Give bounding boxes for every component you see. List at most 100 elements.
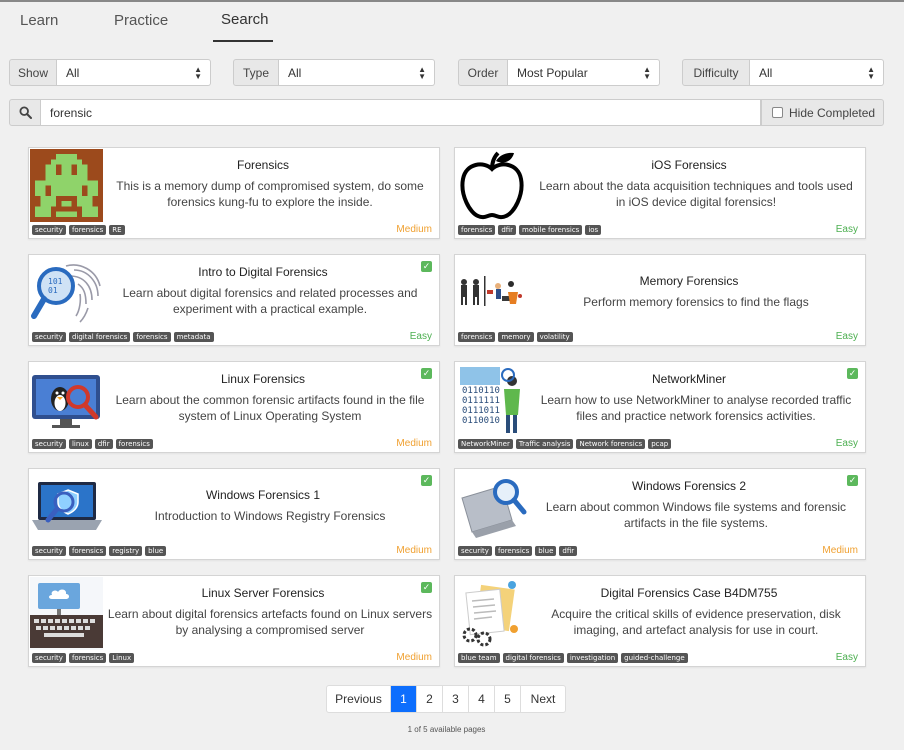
room-title: Memory Forensics [639, 274, 739, 288]
page-2-button[interactable]: 2 [417, 686, 443, 712]
room-title: Linux Forensics [220, 372, 306, 386]
room-tags: security forensics registry blue [32, 546, 167, 556]
tag[interactable]: forensics [458, 332, 496, 342]
tag[interactable]: security [32, 225, 66, 235]
completed-check-icon: ✓ [421, 475, 432, 486]
page-1-button[interactable]: 1 [391, 686, 417, 712]
tag[interactable]: Network forensics [576, 439, 646, 449]
previous-page-button[interactable]: Previous [327, 686, 391, 712]
tag[interactable]: forensics [494, 546, 533, 556]
apple-icon [456, 149, 529, 222]
room-title: Forensics [236, 158, 289, 172]
search-icon [18, 106, 32, 119]
tag[interactable]: investigation [566, 653, 619, 663]
tag[interactable]: forensics [133, 332, 171, 342]
tag[interactable]: dfir [94, 439, 113, 449]
select-arrows-icon: ▲ ▼ [643, 65, 651, 81]
room-description: Learn about digital forensics artefacts … [107, 607, 433, 637]
filter-order: Order Most Popular ▲ ▼ [458, 59, 660, 86]
binary-analyst-icon: 0110110 0111111 0111011 0110010 [456, 363, 529, 436]
tag[interactable]: forensics [458, 225, 496, 235]
room-description: This is a memory dump of compromised sys… [116, 179, 424, 209]
tag[interactable]: pcap [648, 439, 672, 449]
filter-difficulty-select[interactable]: All ▲ ▼ [750, 59, 884, 86]
room-title: Intro to Digital Forensics [198, 265, 328, 279]
search-input[interactable] [41, 99, 761, 126]
difficulty-label: Easy [835, 652, 858, 663]
room-card[interactable]: ✓ Linux Forensics Learn about the common… [28, 361, 440, 453]
room-description: Learn about common Windows file systems … [545, 500, 847, 530]
tag[interactable]: forensics [68, 225, 107, 235]
tab-learn[interactable]: Learn [20, 12, 58, 29]
difficulty-label: Medium [396, 438, 432, 449]
pixel-alien-icon [30, 149, 103, 222]
tab-practice[interactable]: Practice [114, 12, 168, 29]
tag[interactable]: blue team [458, 653, 500, 663]
tag[interactable]: blue [145, 546, 167, 556]
tag[interactable]: digital forensics [68, 332, 131, 342]
filter-difficulty: Difficulty All ▲ ▼ [682, 59, 884, 86]
tag[interactable]: security [32, 439, 66, 449]
svg-text:0111011: 0111011 [462, 406, 500, 416]
difficulty-label: Medium [396, 224, 432, 235]
active-tab-indicator [213, 40, 273, 42]
room-card[interactable]: Digital Forensics Case B4DM755 Acquire t… [454, 575, 866, 667]
tag[interactable]: ios [585, 225, 602, 235]
room-tags: forensics memory volatility [458, 332, 573, 342]
filter-type-select[interactable]: All ▲ ▼ [279, 59, 435, 86]
tag[interactable]: forensics [68, 653, 107, 663]
tag[interactable]: blue [535, 546, 557, 556]
search-button[interactable] [9, 99, 41, 126]
linux-monitor-icon [30, 363, 103, 436]
tag[interactable]: security [32, 653, 66, 663]
page-4-button[interactable]: 4 [469, 686, 495, 712]
filter-type-label: Type [233, 59, 279, 86]
filter-order-label: Order [458, 59, 508, 86]
tag[interactable]: dfir [559, 546, 578, 556]
room-title: Digital Forensics Case B4DM755 [600, 586, 778, 600]
tag[interactable]: linux [68, 439, 92, 449]
tag[interactable]: dfir [498, 225, 517, 235]
tag[interactable]: security [458, 546, 492, 556]
tag[interactable]: NetworkMiner [458, 439, 513, 449]
difficulty-label: Easy [835, 331, 858, 342]
filter-order-value: Most Popular [517, 65, 588, 80]
room-card[interactable]: iOS Forensics Learn about the data acqui… [454, 147, 866, 239]
tag[interactable]: forensics [68, 546, 107, 556]
next-page-button[interactable]: Next [521, 686, 565, 712]
tag[interactable]: registry [109, 546, 143, 556]
room-card[interactable]: ✓ Windows Forensics 2 Learn about common… [454, 468, 866, 560]
hide-completed-checkbox[interactable] [772, 107, 783, 118]
page-3-button[interactable]: 3 [443, 686, 469, 712]
room-card[interactable]: 101 01 ✓ Intro to Digital Forensics Lear… [28, 254, 440, 346]
tag[interactable]: mobile forensics [519, 225, 583, 235]
hide-completed-toggle[interactable]: Hide Completed [761, 99, 884, 126]
filter-show-select[interactable]: All ▲ ▼ [57, 59, 211, 86]
tag[interactable]: security [32, 332, 66, 342]
room-card[interactable]: 0110110 0111111 0111011 0110010 ✓ Networ… [454, 361, 866, 453]
svg-text:101: 101 [48, 277, 63, 286]
tag[interactable]: memory [498, 332, 534, 342]
tag[interactable]: guided-challenge [621, 653, 688, 663]
tag[interactable]: Linux [109, 653, 135, 663]
tag[interactable]: RE [109, 225, 125, 235]
filter-difficulty-value: All [759, 65, 773, 80]
tab-search[interactable]: Search [221, 11, 269, 28]
tag[interactable]: forensics [115, 439, 153, 449]
room-card[interactable]: ✓ Windows Forensics 1 Introduction to Wi… [28, 468, 440, 560]
filter-order-select[interactable]: Most Popular ▲ ▼ [508, 59, 660, 86]
documents-gears-icon [456, 577, 529, 650]
tag[interactable]: security [32, 546, 66, 556]
room-card[interactable]: Memory Forensics Perform memory forensic… [454, 254, 866, 346]
room-tags: security linux dfir forensics [32, 439, 153, 449]
room-card[interactable]: Forensics This is a memory dump of compr… [28, 147, 440, 239]
tag[interactable]: metadata [173, 332, 214, 342]
tag[interactable]: Traffic analysis [515, 439, 574, 449]
laptop-magnifier-icon [456, 470, 529, 543]
tag[interactable]: digital forensics [502, 653, 564, 663]
room-tags: forensics dfir mobile forensics ios [458, 225, 602, 235]
server-keyboard-icon [30, 577, 103, 650]
page-5-button[interactable]: 5 [495, 686, 521, 712]
tag[interactable]: volatility [536, 332, 573, 342]
room-card[interactable]: ✓ Linux Server Forensics Learn about dig… [28, 575, 440, 667]
